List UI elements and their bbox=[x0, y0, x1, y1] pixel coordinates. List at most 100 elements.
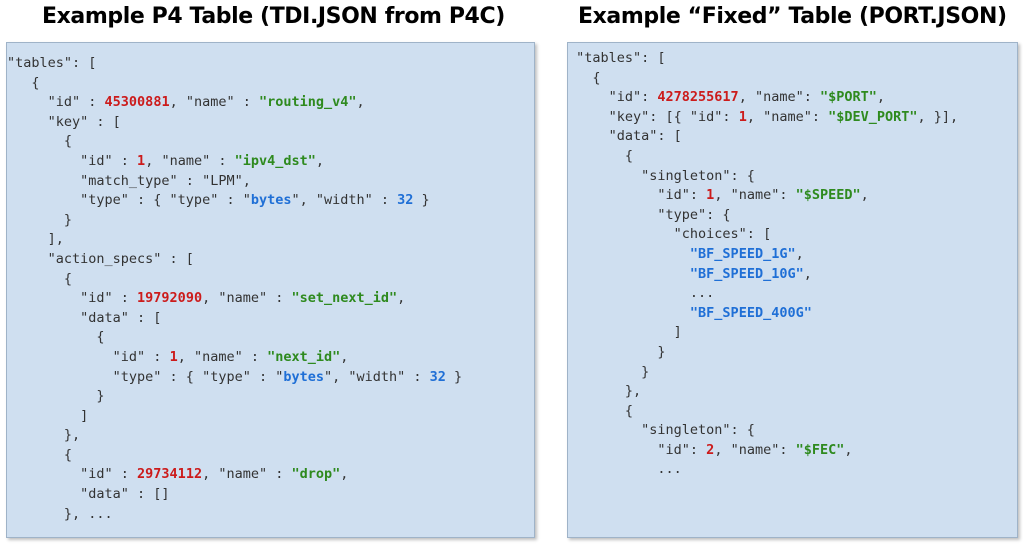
code-text: }, bbox=[568, 383, 642, 400]
string-literal: "$FEC" bbox=[795, 441, 845, 458]
number-literal: 1 bbox=[137, 152, 146, 169]
code-text: , "name" : bbox=[145, 152, 235, 169]
code-line: { bbox=[7, 446, 462, 466]
code-text: { bbox=[568, 402, 634, 419]
code-line: }, bbox=[568, 382, 958, 402]
code-text: "type" : { "type" : " bbox=[7, 368, 284, 385]
code-line: "data": [ bbox=[568, 127, 958, 147]
code-text: } bbox=[568, 343, 666, 360]
code-text: , }], bbox=[917, 108, 959, 125]
code-text: ] bbox=[568, 324, 682, 341]
code-text: , "name" : bbox=[177, 348, 268, 365]
typed-literal: "BF_SPEED_1G" bbox=[689, 245, 796, 262]
code-text: , "name" : bbox=[202, 290, 292, 307]
number-literal: 29734112 bbox=[137, 466, 203, 483]
code-line: { bbox=[7, 270, 462, 290]
code-line: "BF_SPEED_10G", bbox=[568, 265, 958, 285]
code-text: "type" : { "type" : " bbox=[7, 192, 251, 209]
string-literal: "$SPEED" bbox=[795, 187, 861, 204]
port-json-code-panel: "tables": [ { "id": 4278255617, "name": … bbox=[567, 42, 1018, 538]
code-line: }, bbox=[7, 426, 462, 446]
code-text: ], bbox=[7, 231, 64, 248]
code-text: { bbox=[7, 329, 105, 346]
code-line: ] bbox=[568, 323, 958, 343]
code-text: ", "width" : bbox=[323, 368, 430, 385]
code-line: "singleton": { bbox=[568, 167, 958, 187]
code-text: { bbox=[7, 446, 73, 463]
code-text: } bbox=[7, 388, 105, 405]
code-text: "id" : bbox=[7, 152, 138, 169]
code-line: { bbox=[568, 402, 958, 422]
code-text: { bbox=[568, 147, 634, 164]
code-line: "BF_SPEED_400G" bbox=[568, 304, 958, 324]
code-line: "id": 2, "name": "$FEC", bbox=[568, 441, 958, 461]
code-text: "singleton": { bbox=[568, 422, 755, 439]
code-text: ... bbox=[568, 461, 682, 478]
code-text: "tables": [ bbox=[7, 55, 97, 71]
string-literal: "next_id" bbox=[267, 348, 341, 365]
code-text: { bbox=[7, 270, 73, 287]
code-text: , bbox=[397, 290, 406, 307]
code-text: "data": [ bbox=[568, 128, 682, 145]
typed-literal: bytes bbox=[283, 368, 324, 385]
code-line: } bbox=[568, 343, 958, 363]
code-text: "id" : bbox=[7, 466, 138, 483]
code-line: "id" : 1, "name" : "ipv4_dst", bbox=[7, 152, 462, 172]
code-text: , "name" : bbox=[169, 94, 259, 111]
code-line: "choices": [ bbox=[568, 225, 958, 245]
code-text: "data" : [ bbox=[7, 309, 162, 326]
code-text: "id" : bbox=[7, 94, 105, 111]
code-text: "key" : [ bbox=[7, 113, 121, 130]
code-text: , bbox=[876, 89, 886, 106]
code-text: ... bbox=[568, 285, 715, 302]
code-text: "id": bbox=[568, 89, 658, 106]
code-line: "id" : 45300881, "name" : "routing_v4", bbox=[7, 93, 462, 113]
code-line: "id": 4278255617, "name": "$PORT", bbox=[568, 88, 958, 108]
code-line: "singleton": { bbox=[568, 421, 958, 441]
number-literal: 1 bbox=[738, 108, 747, 125]
code-line: "type" : { "type" : "bytes", "width" : 3… bbox=[7, 191, 462, 211]
code-text: } bbox=[445, 368, 463, 385]
code-text: "tables": [ bbox=[568, 50, 666, 66]
code-text: "key": [{ "id": bbox=[568, 108, 739, 125]
number-literal: 19792090 bbox=[137, 290, 203, 307]
code-text: ", "width" : bbox=[291, 192, 398, 209]
code-text: "id": bbox=[568, 187, 707, 204]
number-literal: 4278255617 bbox=[657, 89, 739, 106]
string-literal: "drop" bbox=[291, 466, 341, 483]
code-text: } bbox=[413, 192, 430, 209]
code-text: "singleton": { bbox=[568, 167, 755, 184]
code-text: "id": bbox=[568, 441, 707, 458]
string-literal: "set_next_id" bbox=[291, 290, 398, 307]
code-line: }, ... bbox=[7, 505, 462, 525]
code-text: "type": { bbox=[568, 206, 731, 223]
code-text: , "name" : bbox=[202, 466, 292, 483]
code-text: , "name": bbox=[746, 108, 829, 125]
code-text: "match_type" : "LPM", bbox=[7, 172, 251, 189]
number-literal: 1 bbox=[169, 348, 178, 365]
code-text: , bbox=[356, 94, 365, 111]
code-text: { bbox=[7, 74, 40, 91]
code-line: ... bbox=[568, 460, 958, 480]
code-line: "data" : [] bbox=[7, 485, 462, 505]
code-text: "choices": [ bbox=[568, 226, 772, 243]
code-text: , bbox=[340, 466, 349, 483]
right-title: Example “Fixed” Table (PORT.JSON) bbox=[578, 4, 1007, 29]
code-line: "id" : 19792090, "name" : "set_next_id", bbox=[7, 289, 462, 309]
typed-literal: 32 bbox=[429, 368, 446, 385]
code-line: "action_specs" : [ bbox=[7, 250, 462, 270]
code-line: { bbox=[7, 328, 462, 348]
code-line: "id" : 29734112, "name" : "drop", bbox=[7, 465, 462, 485]
code-line: "id" : 1, "name" : "next_id", bbox=[7, 348, 462, 368]
code-line: { bbox=[568, 69, 958, 89]
code-line: "key" : [ bbox=[7, 113, 462, 133]
typed-literal: 32 bbox=[397, 192, 414, 209]
code-line: "key": [{ "id": 1, "name": "$DEV_PORT", … bbox=[568, 108, 959, 128]
code-text: "action_specs" : [ bbox=[7, 250, 194, 267]
code-line: ... bbox=[568, 284, 958, 304]
code-line: "id": 1, "name": "$SPEED", bbox=[568, 186, 958, 206]
code-line: "data" : [ bbox=[7, 309, 462, 329]
